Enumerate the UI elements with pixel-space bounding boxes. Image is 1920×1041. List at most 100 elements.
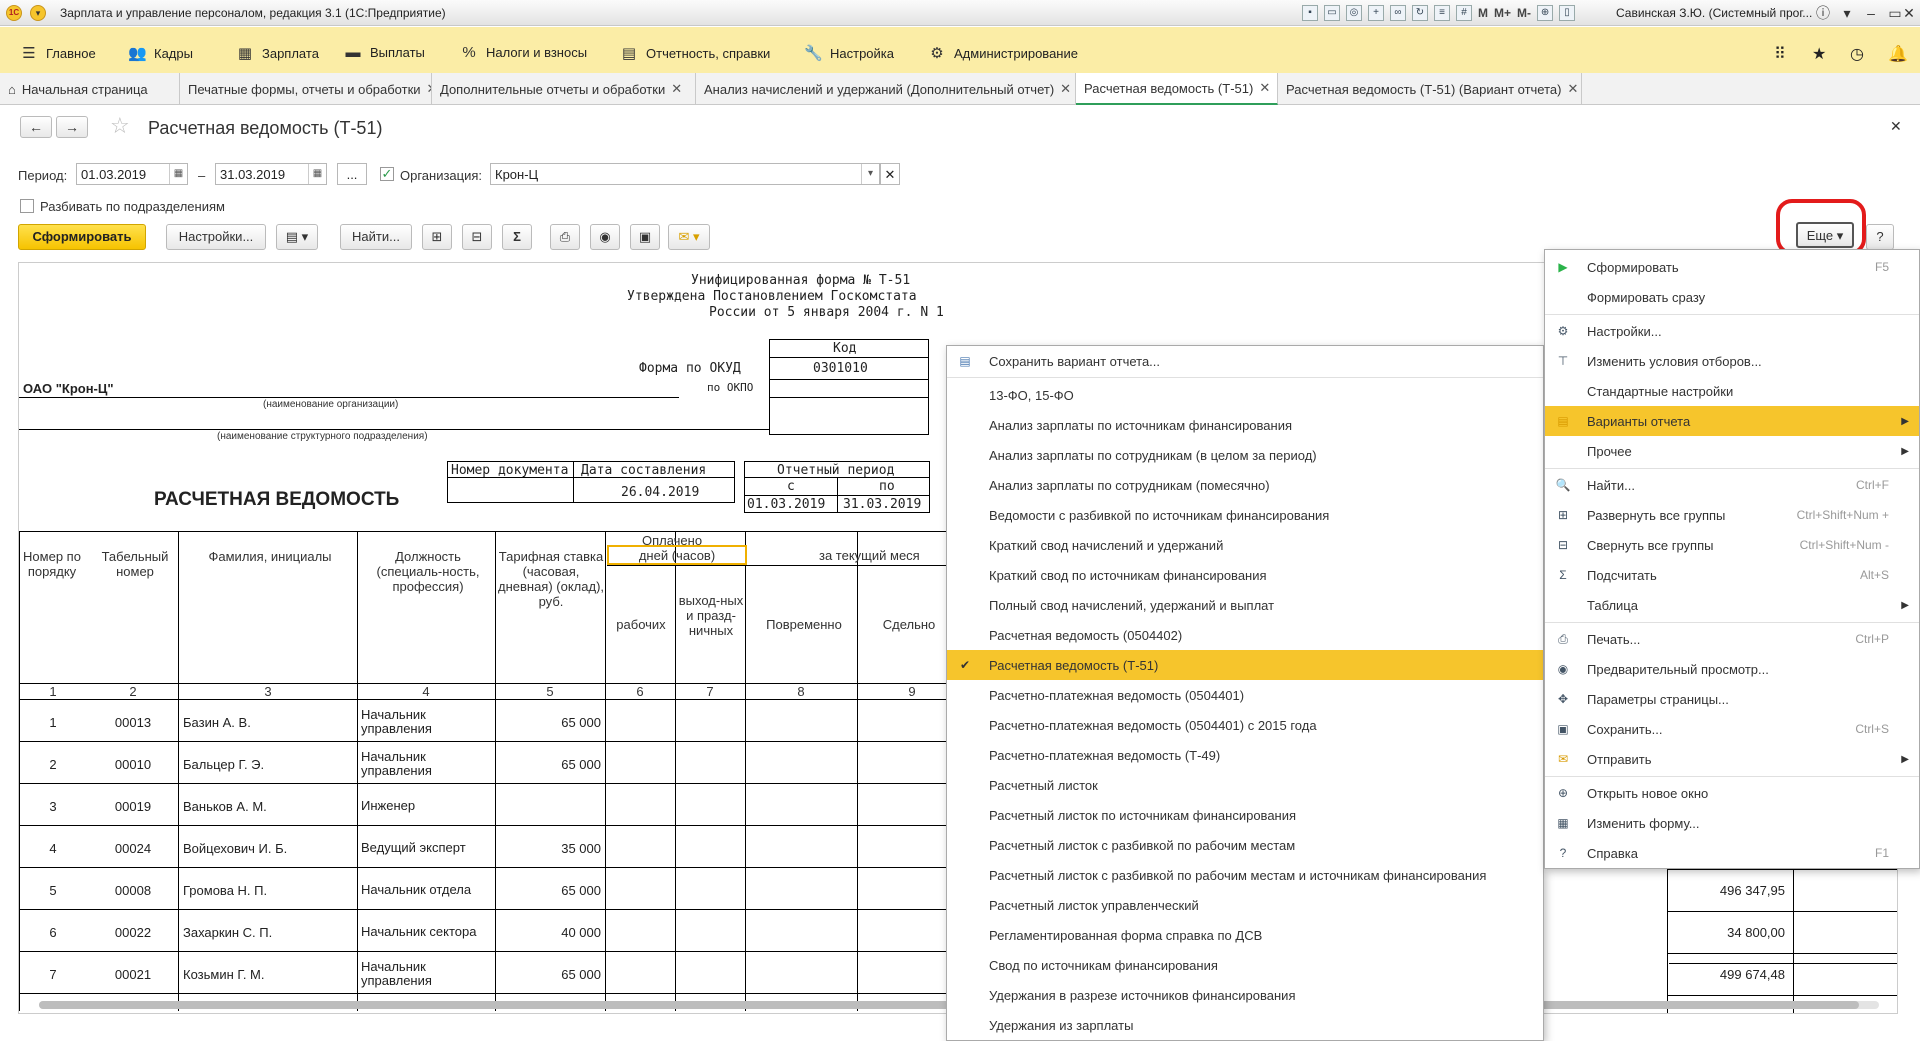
preview-icon[interactable]: ◎ [1346,5,1362,21]
more-menu-item[interactable]: ⚙ Настройки... [1545,316,1919,346]
split-departments-checkbox[interactable] [20,199,34,213]
chevron-down-icon[interactable]: ▾ [861,164,879,184]
variant-item[interactable]: Анализ зарплаты по сотрудникам (в целом … [947,440,1543,470]
variant-item[interactable]: Расчетный листок управленческий [947,890,1543,920]
add-icon[interactable]: + [1368,5,1384,21]
favorite-star-icon[interactable]: ☆ [110,113,130,139]
variant-item[interactable]: 13-ФО, 15-ФО [947,380,1543,410]
more-menu-item[interactable]: ▣ Сохранить... Ctrl+S [1545,714,1919,744]
more-menu-item[interactable]: Σ Подсчитать Alt+S [1545,560,1919,590]
memory-button[interactable]: M [1478,6,1488,20]
variant-item[interactable]: Ведомости с разбивкой по источникам фина… [947,500,1543,530]
close-icon[interactable]: ✕ [671,81,682,97]
more-menu-item[interactable]: ? Справка F1 [1545,838,1919,868]
more-menu-item[interactable]: Прочее ▶ [1545,436,1919,466]
link-icon[interactable]: ∞ [1390,5,1406,21]
memory-minus-button[interactable]: M- [1517,6,1531,20]
menu-hr[interactable]: 👥 Кадры [128,44,193,62]
tab-analysis[interactable]: Анализ начислений и удержаний (Дополните… [696,73,1076,105]
variant-item[interactable]: Расчетный листок с разбивкой по рабочим … [947,860,1543,890]
generate-button[interactable]: Сформировать [18,224,146,250]
preview-icon[interactable]: ◉ [590,224,620,250]
variant-item[interactable]: Расчетный листок по источникам финансиро… [947,800,1543,830]
menu-payments[interactable]: ▬ Выплаты [344,44,425,61]
save-variant-item[interactable]: ▤ Сохранить вариант отчета... [947,346,1543,376]
more-menu-item[interactable]: Таблица ▶ [1545,590,1919,620]
back-button[interactable]: ← [20,116,52,138]
favorites-icon[interactable]: ★ [1812,44,1826,64]
variant-item[interactable]: Регламентированная форма справка по ДСВ [947,920,1543,950]
more-menu-item[interactable]: Формировать сразу [1545,282,1919,312]
expand-icon[interactable]: ⊞ [422,224,452,250]
organization-checkbox[interactable]: ✓ [380,167,394,181]
date-from-field[interactable]: 01.03.2019 ▦ [76,163,188,185]
variant-item[interactable]: ✔ Расчетная ведомость (Т-51) [947,650,1543,680]
variant-item[interactable]: Расчетный листок с разбивкой по рабочим … [947,830,1543,860]
user-name[interactable]: Савинская З.Ю. (Системный прог... [1616,6,1812,20]
history-icon[interactable]: ◷ [1850,44,1864,64]
print-icon[interactable]: ⎙ [550,224,580,250]
apps-icon[interactable]: ⠿ [1774,44,1786,64]
more-menu-item[interactable]: ▤ Варианты отчета ▶ [1545,406,1919,436]
variant-item[interactable]: Краткий свод по источникам финансировани… [947,560,1543,590]
find-button[interactable]: Найти... [340,224,412,250]
forward-button[interactable]: → [56,116,88,138]
variant-item[interactable]: Свод по источникам финансирования [947,950,1543,980]
more-menu-item[interactable]: ⊤ Изменить условия отборов... [1545,346,1919,376]
variants-dropdown-button[interactable]: ▤ ▾ [276,224,318,250]
menu-settings[interactable]: 🔧 Настройка [804,44,894,62]
variant-item[interactable]: Расчетный листок [947,770,1543,800]
tab-additional-reports[interactable]: Дополнительные отчеты и обработки ✕ [432,73,696,105]
panel-icon[interactable]: ▯ [1559,5,1576,21]
variant-item[interactable]: Удержания в разрезе источников финансиро… [947,980,1543,1010]
close-icon[interactable]: ✕ [1567,81,1578,97]
close-icon[interactable]: ✕ [1898,3,1920,23]
variant-item[interactable]: Анализ зарплаты по источникам финансиров… [947,410,1543,440]
more-menu-item[interactable]: Стандартные настройки [1545,376,1919,406]
tab-print-forms[interactable]: Печатные формы, отчеты и обработки✕ [180,73,432,105]
variant-item[interactable]: Краткий свод начислений и удержаний [947,530,1543,560]
menu-reports[interactable]: ▤ Отчетность, справки [620,44,770,62]
calc-icon[interactable]: # [1456,5,1472,21]
list-icon[interactable]: ≡ [1434,5,1450,21]
memory-plus-button[interactable]: M+ [1494,6,1511,20]
more-menu-item[interactable]: ⊞ Развернуть все группы Ctrl+Shift+Num + [1545,500,1919,530]
info-icon[interactable]: ⓘ [1812,3,1834,23]
more-menu-item[interactable]: ◉ Предварительный просмотр... [1545,654,1919,684]
notifications-icon[interactable]: 🔔 [1888,44,1908,64]
more-menu-item[interactable]: ⊕ Открыть новое окно [1545,778,1919,808]
help-button[interactable]: ? [1866,224,1894,250]
variant-item[interactable]: Расчетная ведомость (0504402) [947,620,1543,650]
calendar-icon[interactable]: ▦ [169,164,187,184]
variant-item[interactable]: Расчетно-платежная ведомость (Т-49) [947,740,1543,770]
calendar-icon[interactable]: ▦ [308,164,326,184]
app-menu-icon[interactable]: ▾ [30,5,46,21]
more-menu-item[interactable]: ✉ Отправить ▶ [1545,744,1919,774]
more-menu-item[interactable]: ✥ Параметры страницы... [1545,684,1919,714]
tab-home[interactable]: ⌂ Начальная страница [0,73,180,105]
date-to-field[interactable]: 31.03.2019 ▦ [215,163,327,185]
menu-main[interactable]: ☰ Главное [20,44,95,62]
print-icon[interactable]: ▭ [1324,5,1340,21]
menu-taxes[interactable]: % Налоги и взносы [460,44,587,61]
save-icon[interactable]: ▣ [630,224,660,250]
more-menu-item[interactable]: ▶ Сформировать F5 [1545,252,1919,282]
sum-icon[interactable]: Σ [502,224,532,250]
zoom-icon[interactable]: ⊕ [1537,5,1554,21]
tab-t51-variant[interactable]: Расчетная ведомость (Т-51) (Вариант отче… [1278,73,1582,105]
more-menu-item[interactable]: ▦ Изменить форму... [1545,808,1919,838]
close-icon[interactable]: ✕ [1060,81,1071,97]
mail-icon[interactable]: ✉ ▾ [668,224,710,250]
settings-button[interactable]: Настройки... [166,224,266,250]
tab-t51[interactable]: Расчетная ведомость (Т-51) ✕ [1076,73,1278,105]
close-form-icon[interactable]: ✕ [1890,118,1902,135]
more-menu-item[interactable]: ⊟ Свернуть все группы Ctrl+Shift+Num - [1545,530,1919,560]
more-menu-item[interactable]: 🔍 Найти... Ctrl+F [1545,470,1919,500]
variant-item[interactable]: Удержания из зарплаты [947,1010,1543,1040]
variant-item[interactable]: Расчетно-платежная ведомость (0504401) [947,680,1543,710]
chevron-down-icon[interactable]: ▾ [1836,3,1858,23]
period-select-button[interactable]: ... [337,163,367,185]
clear-icon[interactable]: ✕ [880,163,900,185]
close-icon[interactable]: ✕ [1259,80,1270,96]
more-menu-item[interactable]: ⎙ Печать... Ctrl+P [1545,624,1919,654]
